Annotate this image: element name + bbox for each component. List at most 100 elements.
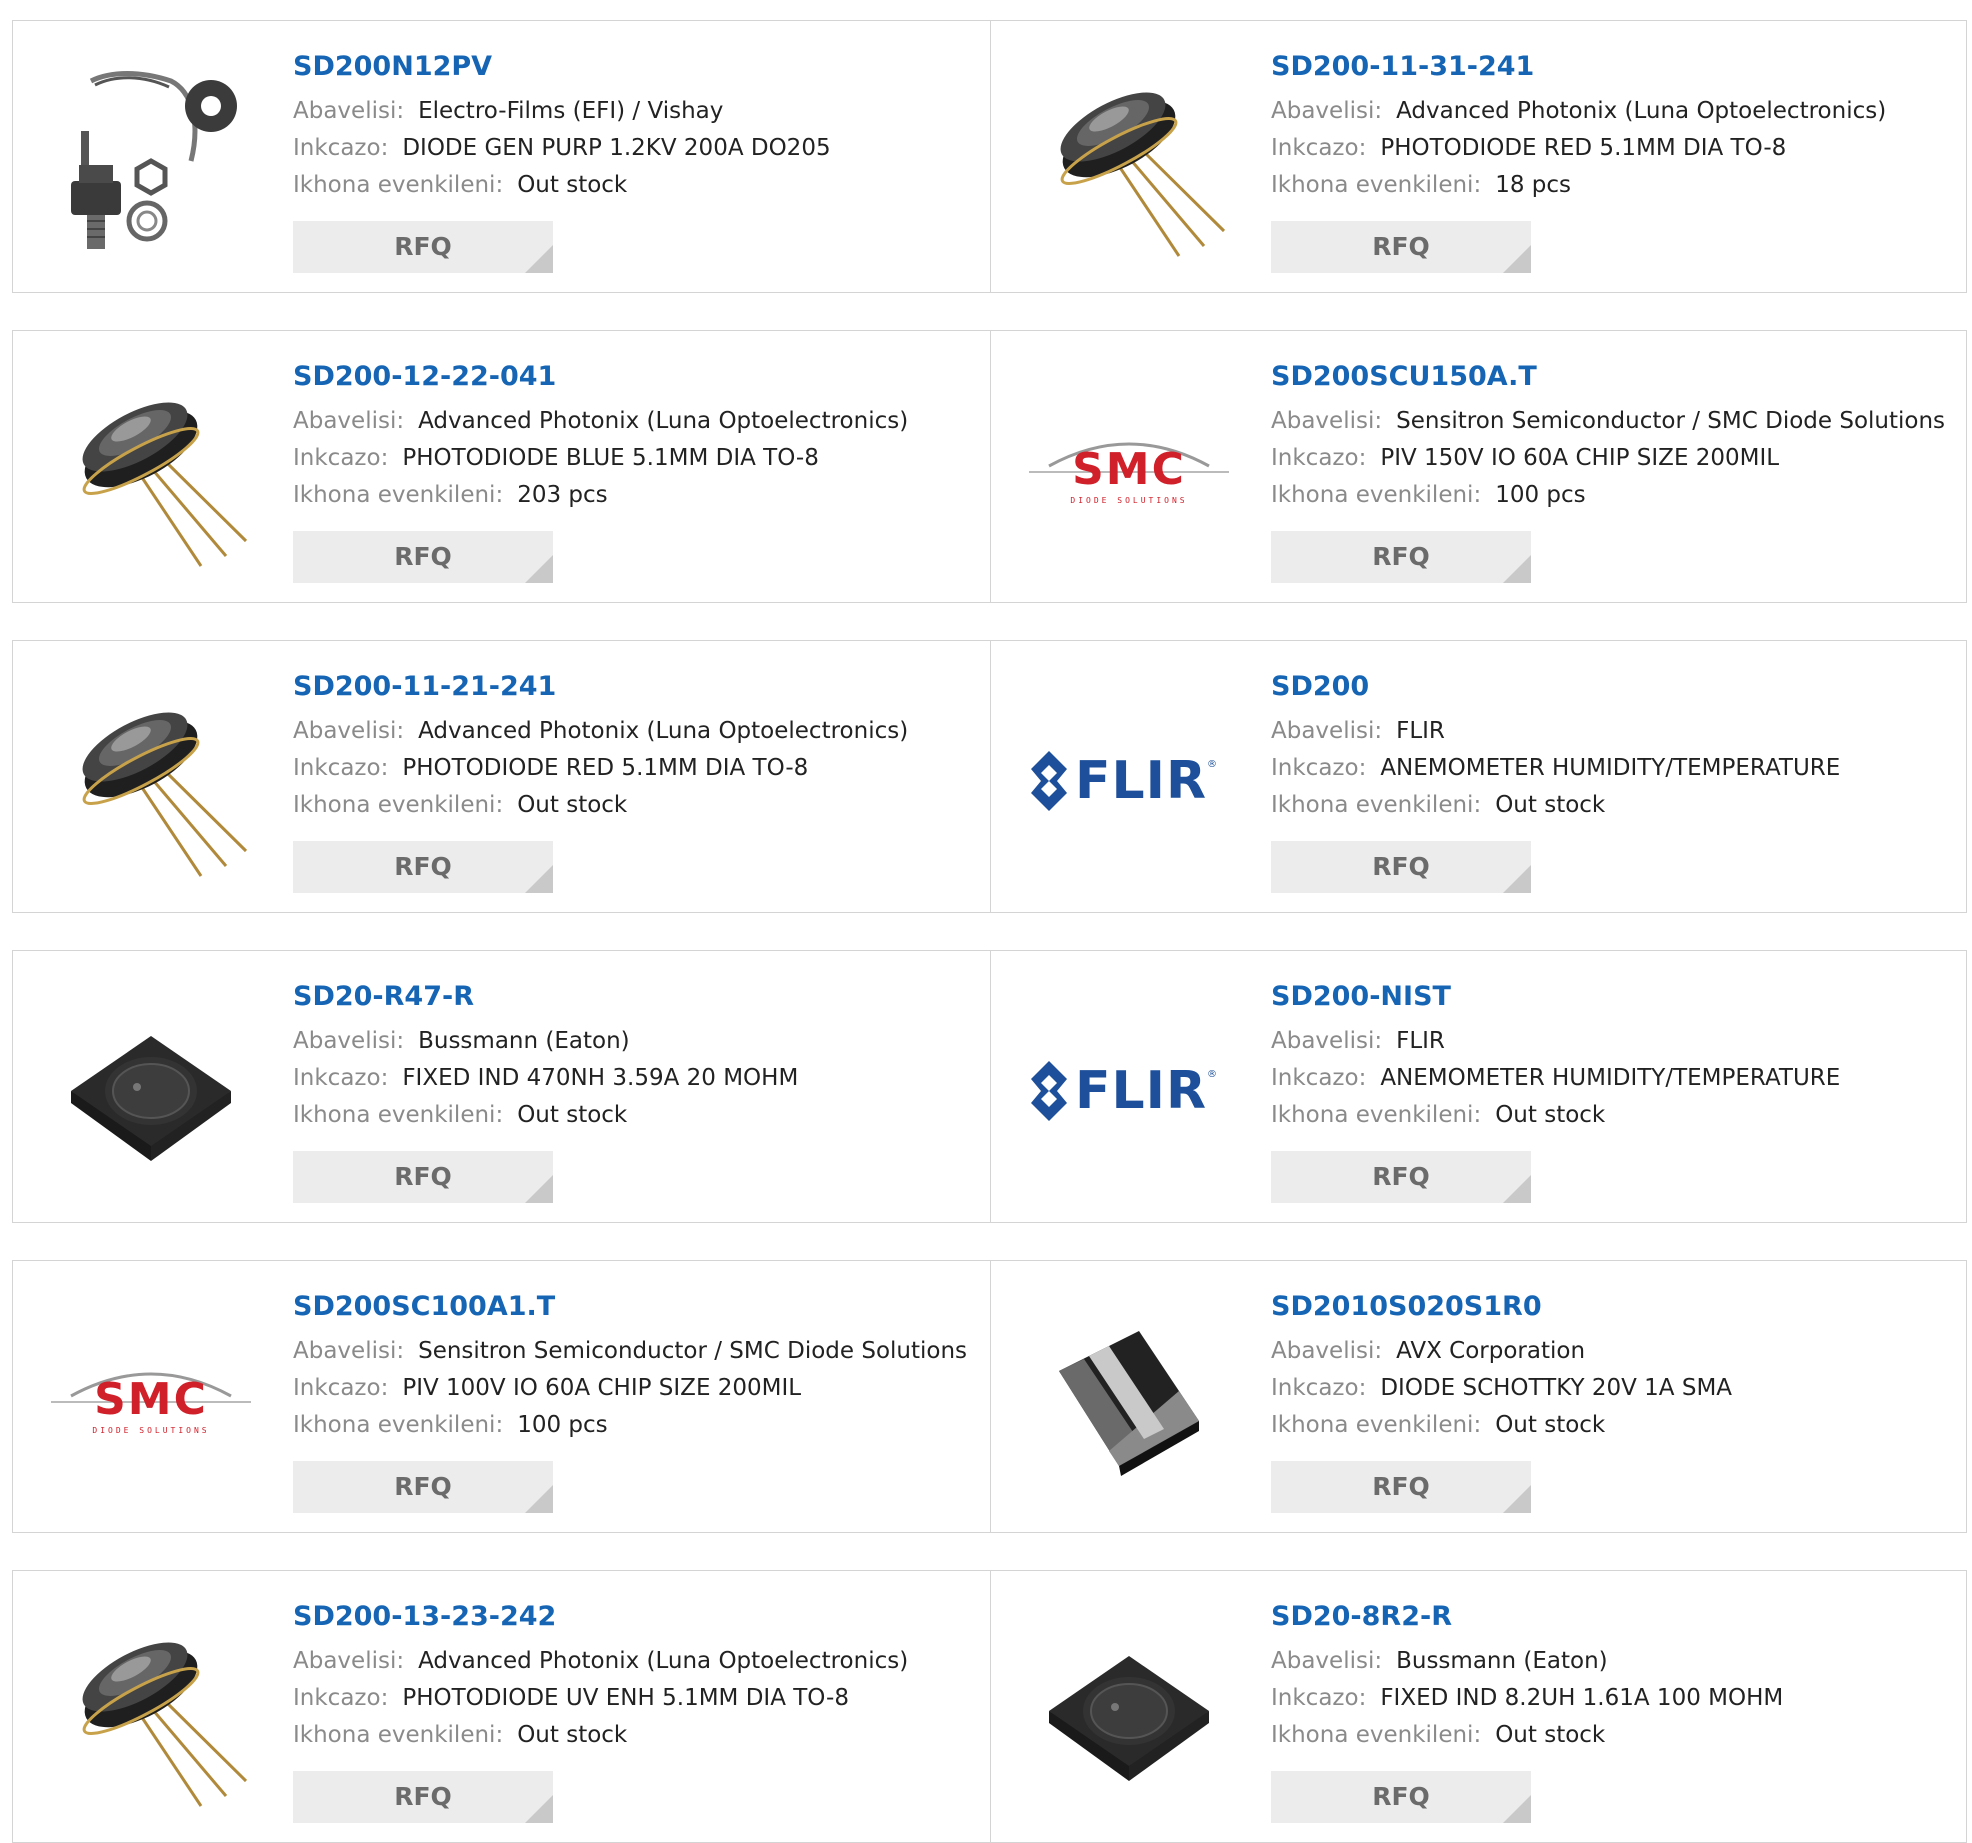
to8-photodiode-icon [51,371,251,571]
product-row: SD200N12PV Abavelisi: Electro-Films (EFI) … [12,20,1967,293]
product-image[interactable]: SMC DIODE SOLUTIONS [1029,371,1229,571]
stock-value: Out stock [517,1722,628,1748]
rfq-button[interactable]: RFQ [1271,1151,1531,1203]
product-image[interactable] [1029,1301,1229,1501]
part-number-link[interactable]: SD20-R47-R [293,979,970,1015]
to8-photodiode-icon [1029,61,1229,261]
rfq-button[interactable]: RFQ [293,1151,553,1203]
description-line: Inkcazo: PHOTODIODE UV ENH 5.1MM DIA TO-8 [293,1680,970,1717]
rfq-button[interactable]: RFQ [293,221,553,273]
product-image[interactable]: SMC DIODE SOLUTIONS [51,1301,251,1501]
manufacturer-label: Abavelisi: [293,718,405,744]
description-value: ANEMOMETER HUMIDITY/TEMPERATURE [1380,1065,1841,1091]
manufacturer-label: Abavelisi: [293,1028,405,1054]
product-card: SD20-8R2-R Abavelisi: Bussmann (Eaton) Inkc… [991,1571,1968,1842]
to8-photodiode-icon [51,681,251,881]
rfq-button[interactable]: RFQ [293,1771,553,1823]
product-row: SMC DIODE SOLUTIONS SD200SC100A1.T Abaveli… [12,1260,1967,1533]
product-row: SD20-R47-R Abavelisi: Bussmann (Eaton) Inkc… [12,950,1967,1223]
product-card: SMC DIODE SOLUTIONS SD200SCU150A.T Abaveli… [991,331,1968,602]
rfq-button-label: RFQ [1372,232,1430,261]
rfq-button-label: RFQ [394,852,452,881]
product-info: SD20-R47-R Abavelisi: Bussmann (Eaton) Inkc… [293,979,970,1134]
rfq-button[interactable]: RFQ [293,841,553,893]
rfq-button[interactable]: RFQ [1271,1461,1531,1513]
manufacturer-line: Abavelisi: AVX Corporation [1271,1333,1948,1370]
manufacturer-label: Abavelisi: [1271,1028,1383,1054]
part-number-link[interactable]: SD2010S020S1R0 [1271,1289,1948,1325]
product-image[interactable] [1029,1611,1229,1811]
product-row: SD200-13-23-242 Abavelisi: Advanced Photon… [12,1570,1967,1843]
part-number-link[interactable]: SD200-12-22-041 [293,359,970,395]
button-corner-decoration [1503,865,1531,893]
product-image[interactable] [51,61,251,261]
stock-value: 203 pcs [517,482,608,508]
stock-line: Ikhona evenkileni: Out stock [1271,1407,1948,1444]
rfq-button[interactable]: RFQ [293,531,553,583]
rfq-button-label: RFQ [394,1782,452,1811]
manufacturer-line: Abavelisi: Advanced Photonix (Luna Optoel… [293,713,970,750]
rfq-button[interactable]: RFQ [1271,1771,1531,1823]
manufacturer-value: AVX Corporation [1396,1338,1586,1364]
product-image[interactable] [51,1611,251,1811]
manufacturer-line: Abavelisi: Bussmann (Eaton) [1271,1643,1948,1680]
stock-value: 18 pcs [1495,172,1572,198]
product-image[interactable] [51,371,251,571]
stock-label: Ikhona evenkileni: [293,1102,504,1128]
product-row: SD200-11-21-241 Abavelisi: Advanced Photon… [12,640,1967,913]
button-corner-decoration [525,1175,553,1203]
button-corner-decoration [1503,555,1531,583]
rfq-button-label: RFQ [1372,852,1430,881]
part-number-link[interactable]: SD200SCU150A.T [1271,359,1948,395]
product-card: SD200-11-21-241 Abavelisi: Advanced Photon… [13,641,990,912]
product-card: SD200N12PV Abavelisi: Electro-Films (EFI) … [13,21,990,292]
part-number-link[interactable]: SD20-8R2-R [1271,1599,1948,1635]
flir-logo: FLIR ® [1029,749,1229,813]
stock-label: Ikhona evenkileni: [1271,172,1482,198]
rfq-button[interactable]: RFQ [1271,221,1531,273]
part-number-link[interactable]: SD200 [1271,669,1948,705]
product-image[interactable]: FLIR ® [1029,991,1229,1191]
product-info: SD200SCU150A.T Abavelisi: Sensitron Semico… [1271,359,1948,514]
product-card: SD2010S020S1R0 Abavelisi: AVX Corporation I… [991,1261,1968,1532]
manufacturer-line: Abavelisi: Sensitron Semiconductor / SMC … [293,1333,970,1370]
manufacturer-line: Abavelisi: FLIR [1271,1023,1948,1060]
product-image[interactable]: FLIR ® [1029,681,1229,881]
part-number-link[interactable]: SD200-NIST [1271,979,1948,1015]
part-number-link[interactable]: SD200-13-23-242 [293,1599,970,1635]
manufacturer-label: Abavelisi: [293,1338,405,1364]
product-image[interactable] [1029,61,1229,261]
stock-label: Ikhona evenkileni: [293,172,504,198]
part-number-link[interactable]: SD200N12PV [293,49,970,85]
button-corner-decoration [525,865,553,893]
part-number-link[interactable]: SD200SC100A1.T [293,1289,970,1325]
part-number-link[interactable]: SD200-11-21-241 [293,669,970,705]
smc-logo: SMC DIODE SOLUTIONS [51,1356,251,1446]
sma-diode-icon [1029,1301,1229,1501]
description-line: Inkcazo: PHOTODIODE BLUE 5.1MM DIA TO-8 [293,440,970,477]
product-info: SD200-11-21-241 Abavelisi: Advanced Photon… [293,669,970,824]
smc-logo-subtext: DIODE SOLUTIONS [92,1426,210,1435]
manufacturer-line: Abavelisi: Advanced Photonix (Luna Optoel… [1271,93,1948,130]
stock-label: Ikhona evenkileni: [1271,482,1482,508]
part-number-link[interactable]: SD200-11-31-241 [1271,49,1948,85]
rfq-button[interactable]: RFQ [293,1461,553,1513]
description-line: Inkcazo: ANEMOMETER HUMIDITY/TEMPERATURE [1271,750,1948,787]
description-line: Inkcazo: FIXED IND 8.2UH 1.61A 100 MOHM [1271,1680,1948,1717]
stock-line: Ikhona evenkileni: Out stock [293,1097,970,1134]
manufacturer-value: Advanced Photonix (Luna Optoelectronics) [418,718,909,744]
rfq-button-label: RFQ [1372,542,1430,571]
manufacturer-value: Advanced Photonix (Luna Optoelectronics) [418,1648,909,1674]
product-image[interactable] [51,991,251,1191]
description-label: Inkcazo: [293,755,389,781]
flir-logo-mark: ® [1207,759,1218,770]
button-corner-decoration [525,555,553,583]
product-info: SD200N12PV Abavelisi: Electro-Films (EFI) … [293,49,970,204]
smc-logo: SMC DIODE SOLUTIONS [1029,426,1229,516]
manufacturer-label: Abavelisi: [1271,98,1383,124]
rfq-button[interactable]: RFQ [1271,531,1531,583]
smc-logo-subtext: DIODE SOLUTIONS [1070,496,1188,505]
rfq-button[interactable]: RFQ [1271,841,1531,893]
product-image[interactable] [51,681,251,881]
description-value: PHOTODIODE BLUE 5.1MM DIA TO-8 [402,445,819,471]
